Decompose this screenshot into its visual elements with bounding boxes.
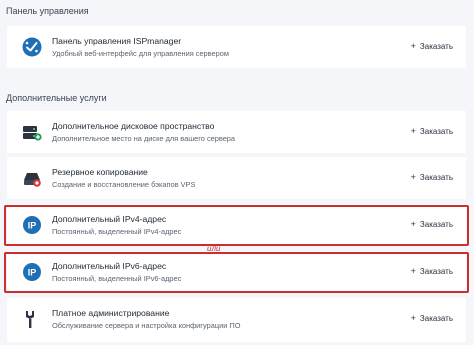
order-button[interactable]: + Заказать — [411, 313, 453, 323]
plus-icon: + — [410, 126, 416, 136]
admin-tools-icon — [22, 309, 42, 329]
service-description: Создание и восстановление бэкапов VPS — [52, 180, 196, 189]
plus-icon: + — [410, 172, 416, 182]
service-description: Удобный веб-интерфейс для управления сер… — [52, 49, 229, 58]
plus-icon: + — [410, 313, 416, 323]
service-name: Панель управления ISPmanager — [52, 36, 182, 46]
service-description: Дополнительное место на диске для вашего… — [52, 134, 236, 143]
section-title-additional-services: Дополнительные услуги — [6, 93, 107, 103]
service-card-backup: Резервное копирование Создание и восстан… — [7, 157, 466, 199]
ispmanager-icon — [22, 37, 42, 57]
service-name: Резервное копирование — [52, 167, 148, 177]
service-card-ispmanager: Панель управления ISPmanager Удобный веб… — [7, 26, 466, 68]
service-card-disk: Дополнительное дисковое пространство Доп… — [7, 111, 466, 153]
service-name: Дополнительное дисковое пространство — [52, 121, 215, 131]
disk-icon — [22, 122, 42, 142]
service-name: Платное администрирование — [52, 308, 170, 318]
service-description: Обслуживание сервера и настройка конфигу… — [52, 321, 241, 330]
order-button[interactable]: + Заказать — [411, 172, 453, 182]
plus-icon: + — [410, 41, 416, 51]
service-card-admin: Платное администрирование Обслуживание с… — [7, 298, 466, 342]
order-button[interactable]: + Заказать — [411, 126, 453, 136]
section-title-control-panel: Панель управления — [6, 6, 89, 16]
backup-icon — [22, 168, 42, 188]
highlight-frame-ipv6 — [4, 252, 469, 293]
or-label: или — [207, 244, 221, 253]
highlight-frame-ipv4 — [4, 205, 469, 246]
order-button[interactable]: + Заказать — [411, 41, 453, 51]
